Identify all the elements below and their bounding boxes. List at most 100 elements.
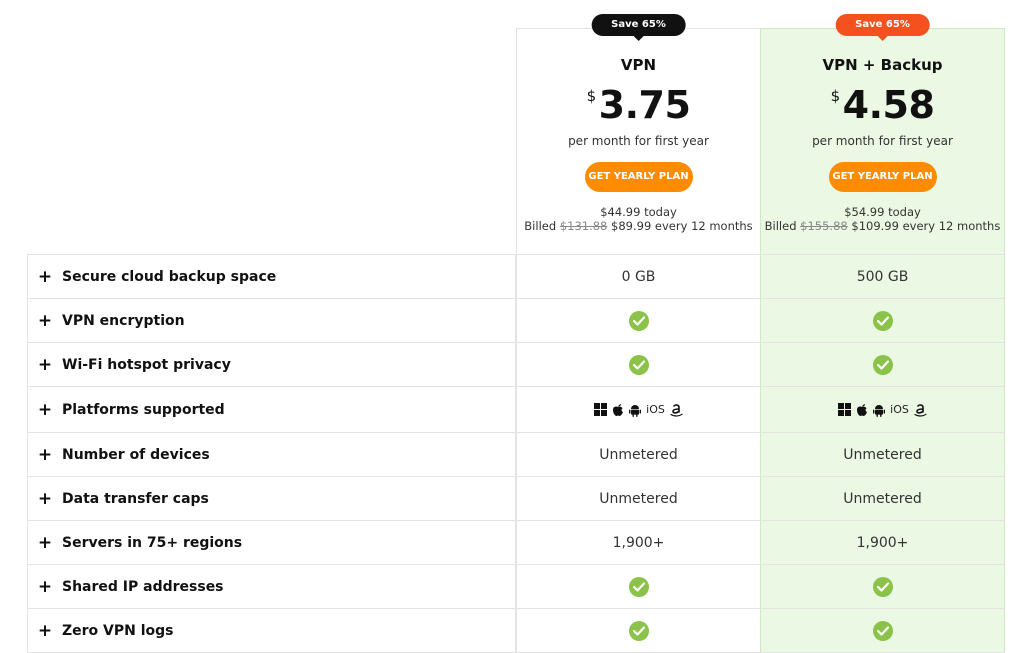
feature-row: + Wi-Fi hotspot privacy: [27, 342, 1005, 386]
billed-amount: $89.99 every 12 months: [611, 219, 753, 233]
windows-icon: [838, 403, 852, 417]
feature-included-cell: [516, 343, 761, 386]
feature-included-cell: [516, 609, 761, 652]
expand-plus-icon: +: [37, 576, 53, 597]
expand-plus-icon: +: [37, 399, 53, 420]
expand-plus-icon: +: [37, 266, 53, 287]
feature-label: Zero VPN logs: [62, 622, 174, 639]
feature-row: + Data transfer caps Unmetered Unmetered: [27, 476, 1005, 520]
price-value: 4.58: [842, 83, 935, 127]
feature-label: Data transfer caps: [62, 490, 209, 507]
expand-plus-icon: +: [37, 488, 53, 509]
apple-icon: [612, 403, 624, 417]
feature-value-cell: 0 GB: [621, 268, 656, 285]
feature-toggle[interactable]: + Wi-Fi hotspot privacy: [27, 343, 516, 386]
platforms-cell: iOS: [760, 387, 1005, 432]
check-icon: [872, 620, 893, 641]
apple-icon: [856, 403, 868, 417]
check-icon: [628, 354, 649, 375]
feature-row: + Number of devices Unmetered Unmetered: [27, 432, 1005, 476]
feature-value-cell: Unmetered: [599, 490, 678, 507]
feature-label: Shared IP addresses: [62, 578, 224, 595]
feature-value-cell: Unmetered: [599, 446, 678, 463]
feature-toggle[interactable]: + Shared IP addresses: [27, 565, 516, 608]
plan-name: VPN: [620, 56, 657, 74]
feature-row: + Zero VPN logs: [27, 608, 1005, 652]
feature-toggle[interactable]: + Number of devices: [27, 433, 516, 476]
feature-toggle[interactable]: + Data transfer caps: [27, 477, 516, 520]
feature-toggle[interactable]: + VPN encryption: [27, 299, 516, 342]
feature-value-cell: 1,900+: [612, 534, 665, 551]
feature-toggle[interactable]: + Platforms supported: [27, 387, 516, 432]
feature-included-cell: [516, 299, 761, 342]
price-value: 3.75: [598, 83, 691, 127]
check-icon: [628, 620, 649, 641]
feature-toggle[interactable]: + Secure cloud backup space: [27, 255, 516, 298]
price-period: per month for first year: [812, 134, 953, 148]
feature-included-cell: [760, 565, 1005, 608]
feature-row: + Secure cloud backup space 0 GB 500 GB: [27, 254, 1005, 298]
plan-price: $4.58: [760, 83, 1005, 127]
expand-plus-icon: +: [37, 310, 53, 331]
platforms-cell: iOS: [516, 387, 761, 432]
expand-plus-icon: +: [37, 620, 53, 641]
plan-price: $3.75: [516, 83, 761, 127]
feature-included-cell: [760, 609, 1005, 652]
price-today: $54.99 today: [844, 205, 921, 219]
feature-row: + Servers in 75+ regions 1,900+ 1,900+: [27, 520, 1005, 564]
feature-toggle[interactable]: + Servers in 75+ regions: [27, 521, 516, 564]
expand-plus-icon: +: [37, 444, 53, 465]
feature-row: + Shared IP addresses: [27, 564, 1005, 608]
save-badge: Save 65%: [591, 14, 686, 36]
android-icon: [873, 403, 886, 417]
feature-label: Wi-Fi hotspot privacy: [62, 356, 231, 373]
feature-label: VPN encryption: [62, 312, 185, 329]
currency-symbol: $: [830, 87, 841, 105]
billed-amount: $109.99 every 12 months: [851, 219, 1001, 233]
price-today: $44.99 today: [600, 205, 677, 219]
old-price: $155.88: [800, 219, 848, 233]
feature-value-cell: 1,900+: [856, 534, 909, 551]
feature-label: Servers in 75+ regions: [62, 534, 243, 551]
feature-value-cell: Unmetered: [843, 446, 922, 463]
billed-prefix: Billed: [524, 219, 557, 233]
feature-label: Platforms supported: [62, 401, 225, 418]
plan-name: VPN + Backup: [822, 56, 943, 74]
platform-icons: iOS: [594, 403, 683, 417]
check-icon: [872, 576, 893, 597]
feature-included-cell: [760, 343, 1005, 386]
get-yearly-plan-button[interactable]: GET YEARLY PLAN: [584, 162, 693, 192]
expand-plus-icon: +: [37, 354, 53, 375]
feature-row: + VPN encryption: [27, 298, 1005, 342]
expand-plus-icon: +: [37, 532, 53, 553]
ios-icon: iOS: [646, 403, 665, 417]
android-icon: [629, 403, 642, 417]
ios-label: iOS: [890, 403, 909, 416]
feature-toggle[interactable]: + Zero VPN logs: [27, 609, 516, 652]
windows-icon: [594, 403, 608, 417]
check-icon: [872, 354, 893, 375]
feature-value-cell: Unmetered: [843, 490, 922, 507]
get-yearly-plan-button[interactable]: GET YEARLY PLAN: [828, 162, 937, 192]
billing-info: Billed $155.88 $109.99 every 12 months: [760, 219, 1005, 233]
billed-prefix: Billed: [764, 219, 797, 233]
feature-row: + Platforms supported iOS iOS: [27, 386, 1005, 432]
old-price: $131.88: [559, 219, 608, 233]
ios-label: iOS: [646, 403, 665, 416]
feature-value-cell: 500 GB: [856, 268, 909, 285]
ios-icon: iOS: [890, 403, 909, 417]
save-badge: Save 65%: [835, 14, 930, 36]
amazon-icon: [914, 403, 927, 417]
price-period: per month for first year: [568, 134, 709, 148]
feature-label: Number of devices: [62, 446, 210, 463]
check-icon: [628, 310, 649, 331]
billing-info: Billed $131.88 $89.99 every 12 months: [516, 219, 761, 233]
check-icon: [872, 310, 893, 331]
platform-icons: iOS: [838, 403, 927, 417]
feature-label: Secure cloud backup space: [62, 268, 277, 285]
currency-symbol: $: [586, 87, 597, 105]
feature-included-cell: [760, 299, 1005, 342]
amazon-icon: [670, 403, 683, 417]
check-icon: [628, 576, 649, 597]
feature-included-cell: [516, 565, 761, 608]
